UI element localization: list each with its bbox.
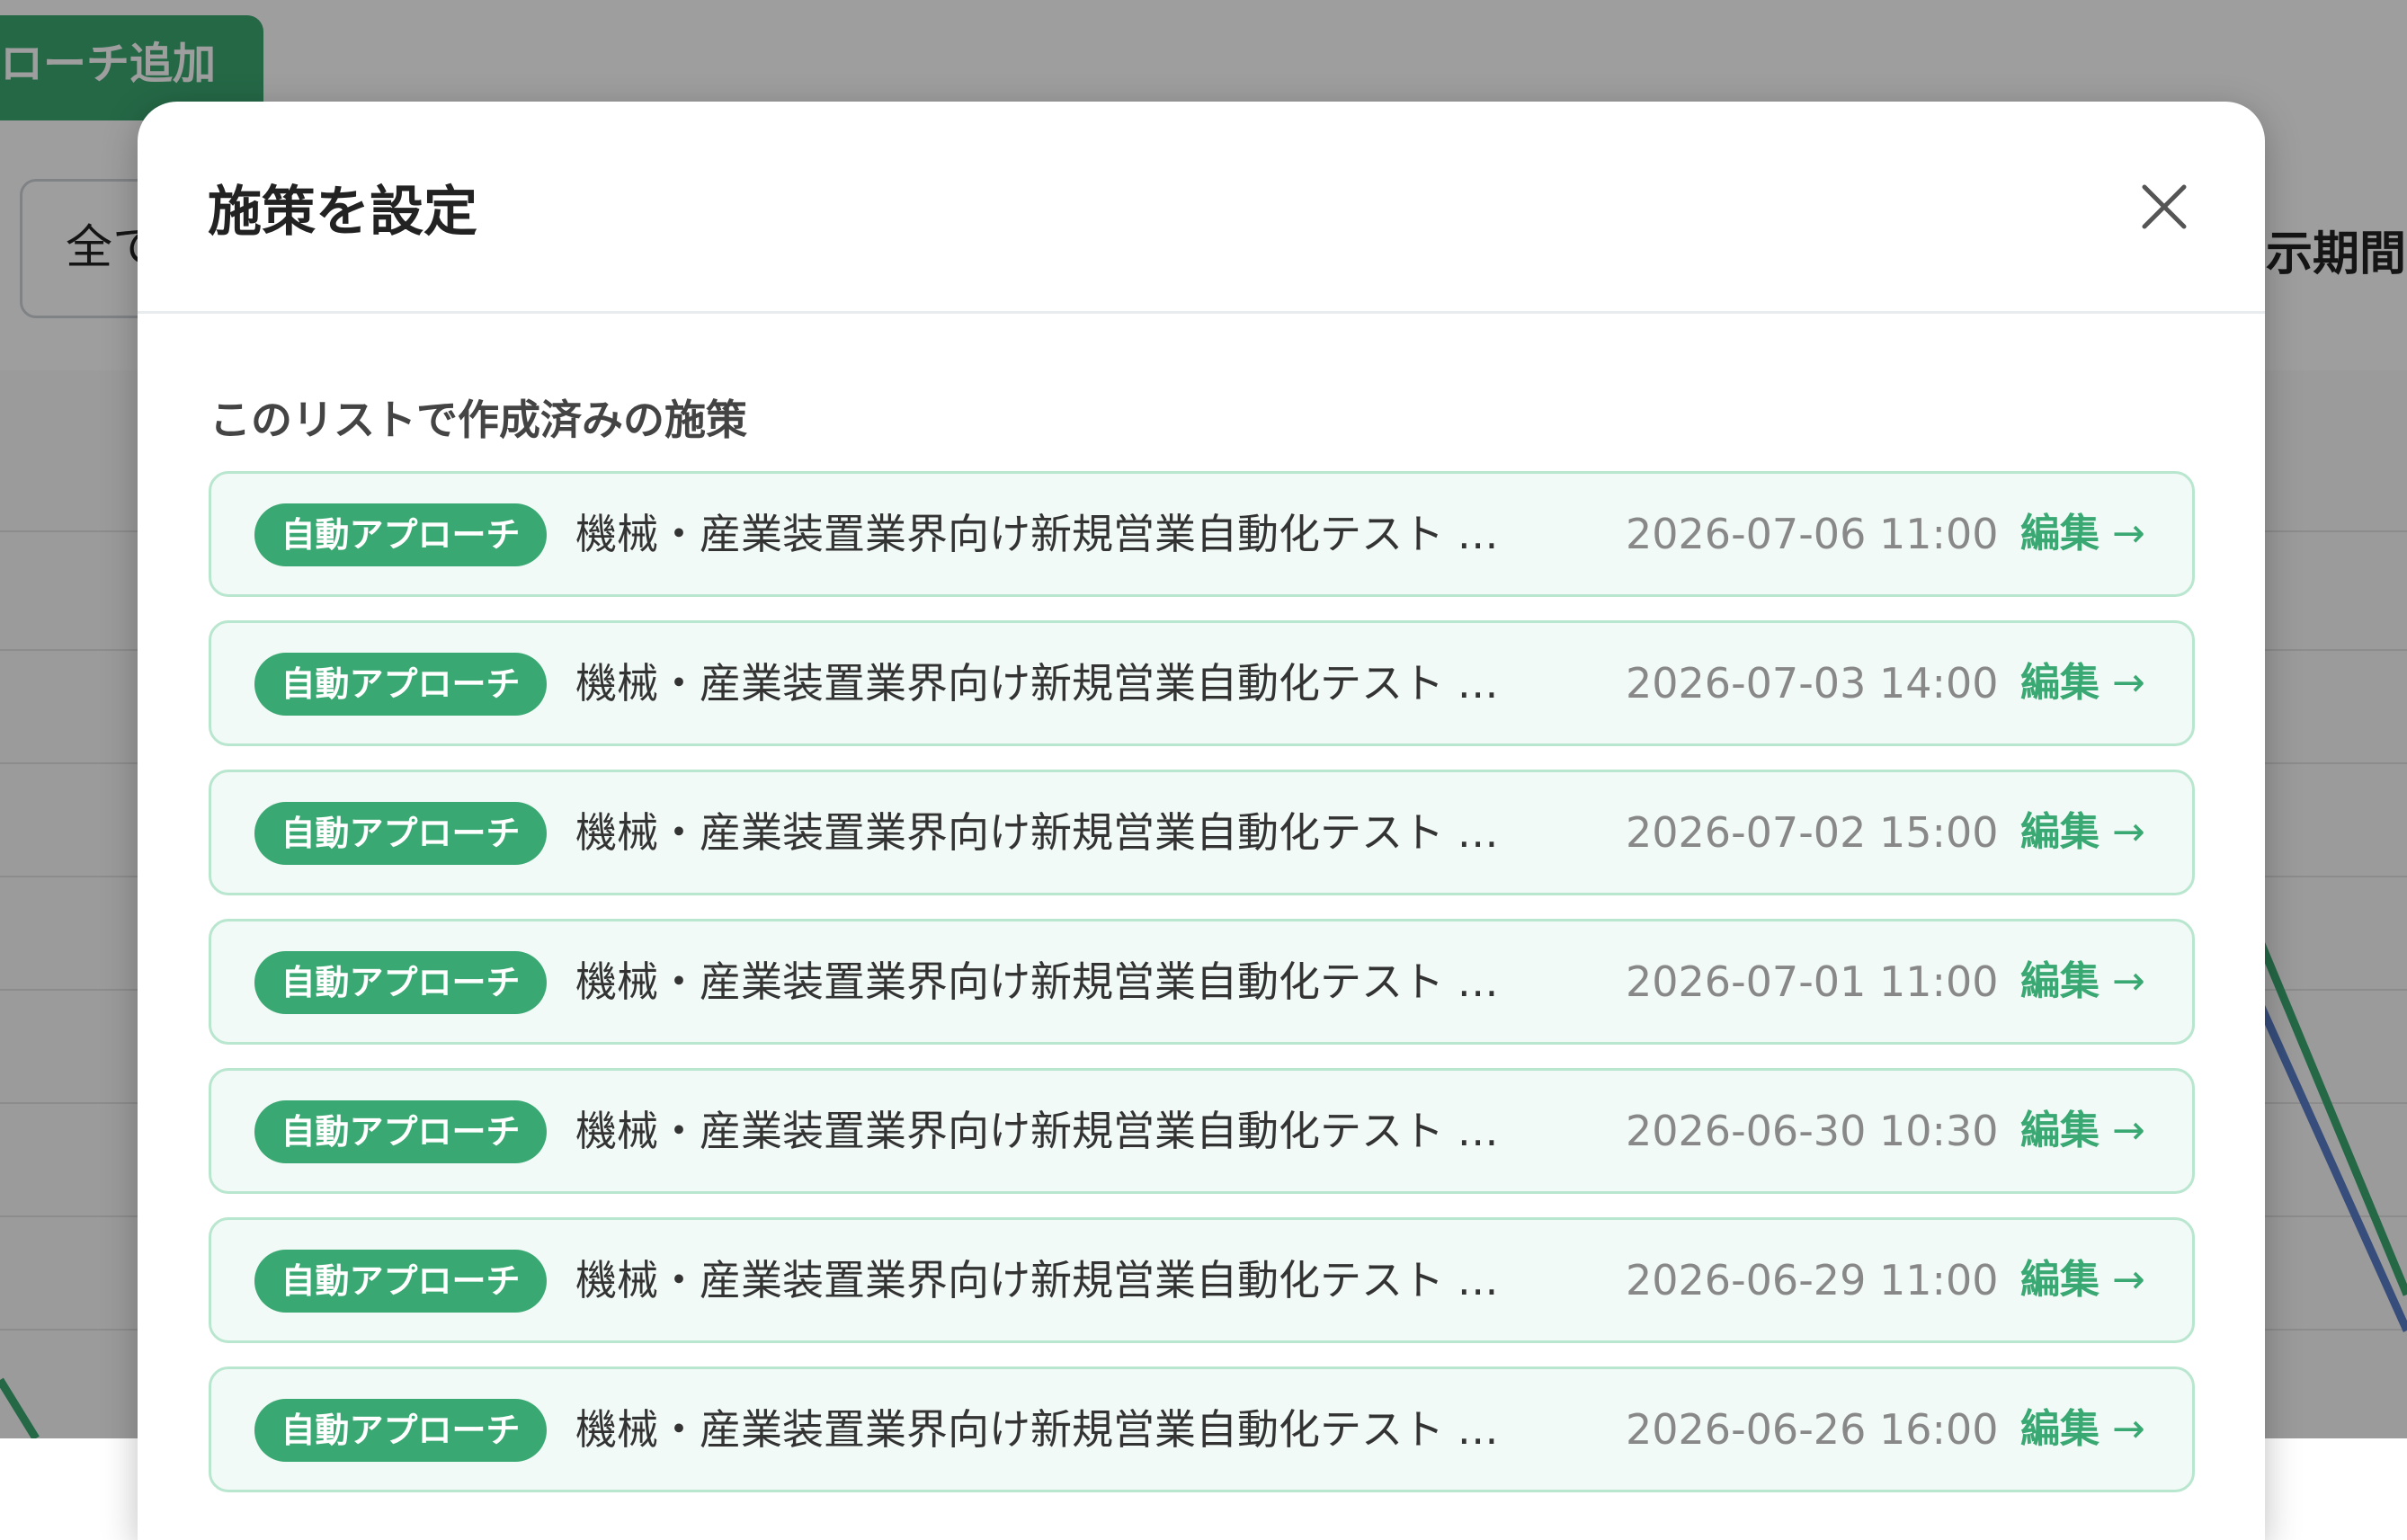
- edit-link[interactable]: 編集 →: [2020, 1369, 2155, 1490]
- item-date: 2026-07-03 14:00: [1626, 659, 1999, 708]
- arrow-right-icon: →: [2112, 1406, 2145, 1452]
- modal-title: 施策を設定: [208, 181, 477, 244]
- modal-header: 施策を設定: [138, 102, 2265, 314]
- edit-link[interactable]: 編集 →: [2020, 474, 2155, 594]
- type-badge: 自動アプローチ: [254, 503, 547, 566]
- item-title: 機械・産業装置業界向け新規営業自動化テスト 自…: [575, 957, 1529, 1006]
- close-icon: [2142, 184, 2187, 229]
- type-badge: 自動アプローチ: [254, 1250, 547, 1313]
- edit-link[interactable]: 編集 →: [2020, 921, 2155, 1042]
- arrow-right-icon: →: [2112, 1108, 2145, 1153]
- edit-link[interactable]: 編集 →: [2020, 623, 2155, 743]
- type-badge: 自動アプローチ: [254, 653, 547, 716]
- edit-label: 編集: [2020, 1406, 2099, 1452]
- close-button[interactable]: [2132, 174, 2197, 239]
- item-title: 機械・産業装置業界向け新規営業自動化テスト 自…: [575, 510, 1529, 558]
- edit-label: 編集: [2020, 660, 2099, 706]
- edit-label: 編集: [2020, 958, 2099, 1004]
- edit-label: 編集: [2020, 1108, 2099, 1153]
- item-title: 機械・産業装置業界向け新規営業自動化テスト 自…: [575, 1107, 1529, 1155]
- arrow-right-icon: →: [2112, 1257, 2145, 1303]
- arrow-right-icon: →: [2112, 958, 2145, 1004]
- edit-label: 編集: [2020, 511, 2099, 556]
- list-item[interactable]: 自動アプローチ 機械・産業装置業界向け新規営業自動化テスト 自… 2026-06…: [209, 1217, 2195, 1343]
- measure-list: 自動アプローチ 機械・産業装置業界向け新規営業自動化テスト 自… 2026-07…: [209, 471, 2195, 1516]
- item-date: 2026-06-26 16:00: [1626, 1405, 1999, 1454]
- list-item[interactable]: 自動アプローチ 機械・産業装置業界向け新規営業自動化テスト 自… 2026-07…: [209, 620, 2195, 746]
- edit-link[interactable]: 編集 →: [2020, 1220, 2155, 1340]
- type-badge: 自動アプローチ: [254, 951, 547, 1014]
- type-badge: 自動アプローチ: [254, 1399, 547, 1462]
- list-item[interactable]: 自動アプローチ 機械・産業装置業界向け新規営業自動化テスト 自… 2026-07…: [209, 770, 2195, 895]
- edit-label: 編集: [2020, 809, 2099, 855]
- list-item[interactable]: 自動アプローチ 機械・産業装置業界向け新規営業自動化テスト 自… 2026-06…: [209, 1366, 2195, 1492]
- list-item[interactable]: 自動アプローチ 機械・産業装置業界向け新規営業自動化テスト 自… 2026-07…: [209, 471, 2195, 597]
- edit-label: 編集: [2020, 1257, 2099, 1303]
- item-title: 機械・産業装置業界向け新規営業自動化テスト 自…: [575, 808, 1529, 857]
- item-date: 2026-06-30 10:30: [1626, 1107, 1999, 1155]
- arrow-right-icon: →: [2112, 660, 2145, 706]
- section-title: このリストで作成済みの施策: [209, 396, 747, 444]
- type-badge: 自動アプローチ: [254, 1100, 547, 1163]
- list-item[interactable]: 自動アプローチ 機械・産業装置業界向け新規営業自動化テスト 自… 2026-06…: [209, 1068, 2195, 1194]
- item-date: 2026-06-29 11:00: [1626, 1256, 1999, 1304]
- item-title: 機械・産業装置業界向け新規営業自動化テスト 自…: [575, 659, 1529, 708]
- item-date: 2026-07-01 11:00: [1626, 957, 1999, 1006]
- item-title: 機械・産業装置業界向け新規営業自動化テスト 自…: [575, 1405, 1529, 1454]
- arrow-right-icon: →: [2112, 809, 2145, 855]
- type-badge: 自動アプローチ: [254, 802, 547, 865]
- item-date: 2026-07-06 11:00: [1626, 510, 1999, 558]
- measure-settings-modal: 施策を設定 このリストで作成済みの施策 自動アプローチ 機械・産業装置業界向け新…: [138, 102, 2265, 1540]
- edit-link[interactable]: 編集 →: [2020, 772, 2155, 893]
- item-date: 2026-07-02 15:00: [1626, 808, 1999, 857]
- arrow-right-icon: →: [2112, 511, 2145, 556]
- list-item[interactable]: 自動アプローチ 機械・産業装置業界向け新規営業自動化テスト 自… 2026-07…: [209, 919, 2195, 1045]
- item-title: 機械・産業装置業界向け新規営業自動化テスト 自…: [575, 1256, 1529, 1304]
- edit-link[interactable]: 編集 →: [2020, 1071, 2155, 1191]
